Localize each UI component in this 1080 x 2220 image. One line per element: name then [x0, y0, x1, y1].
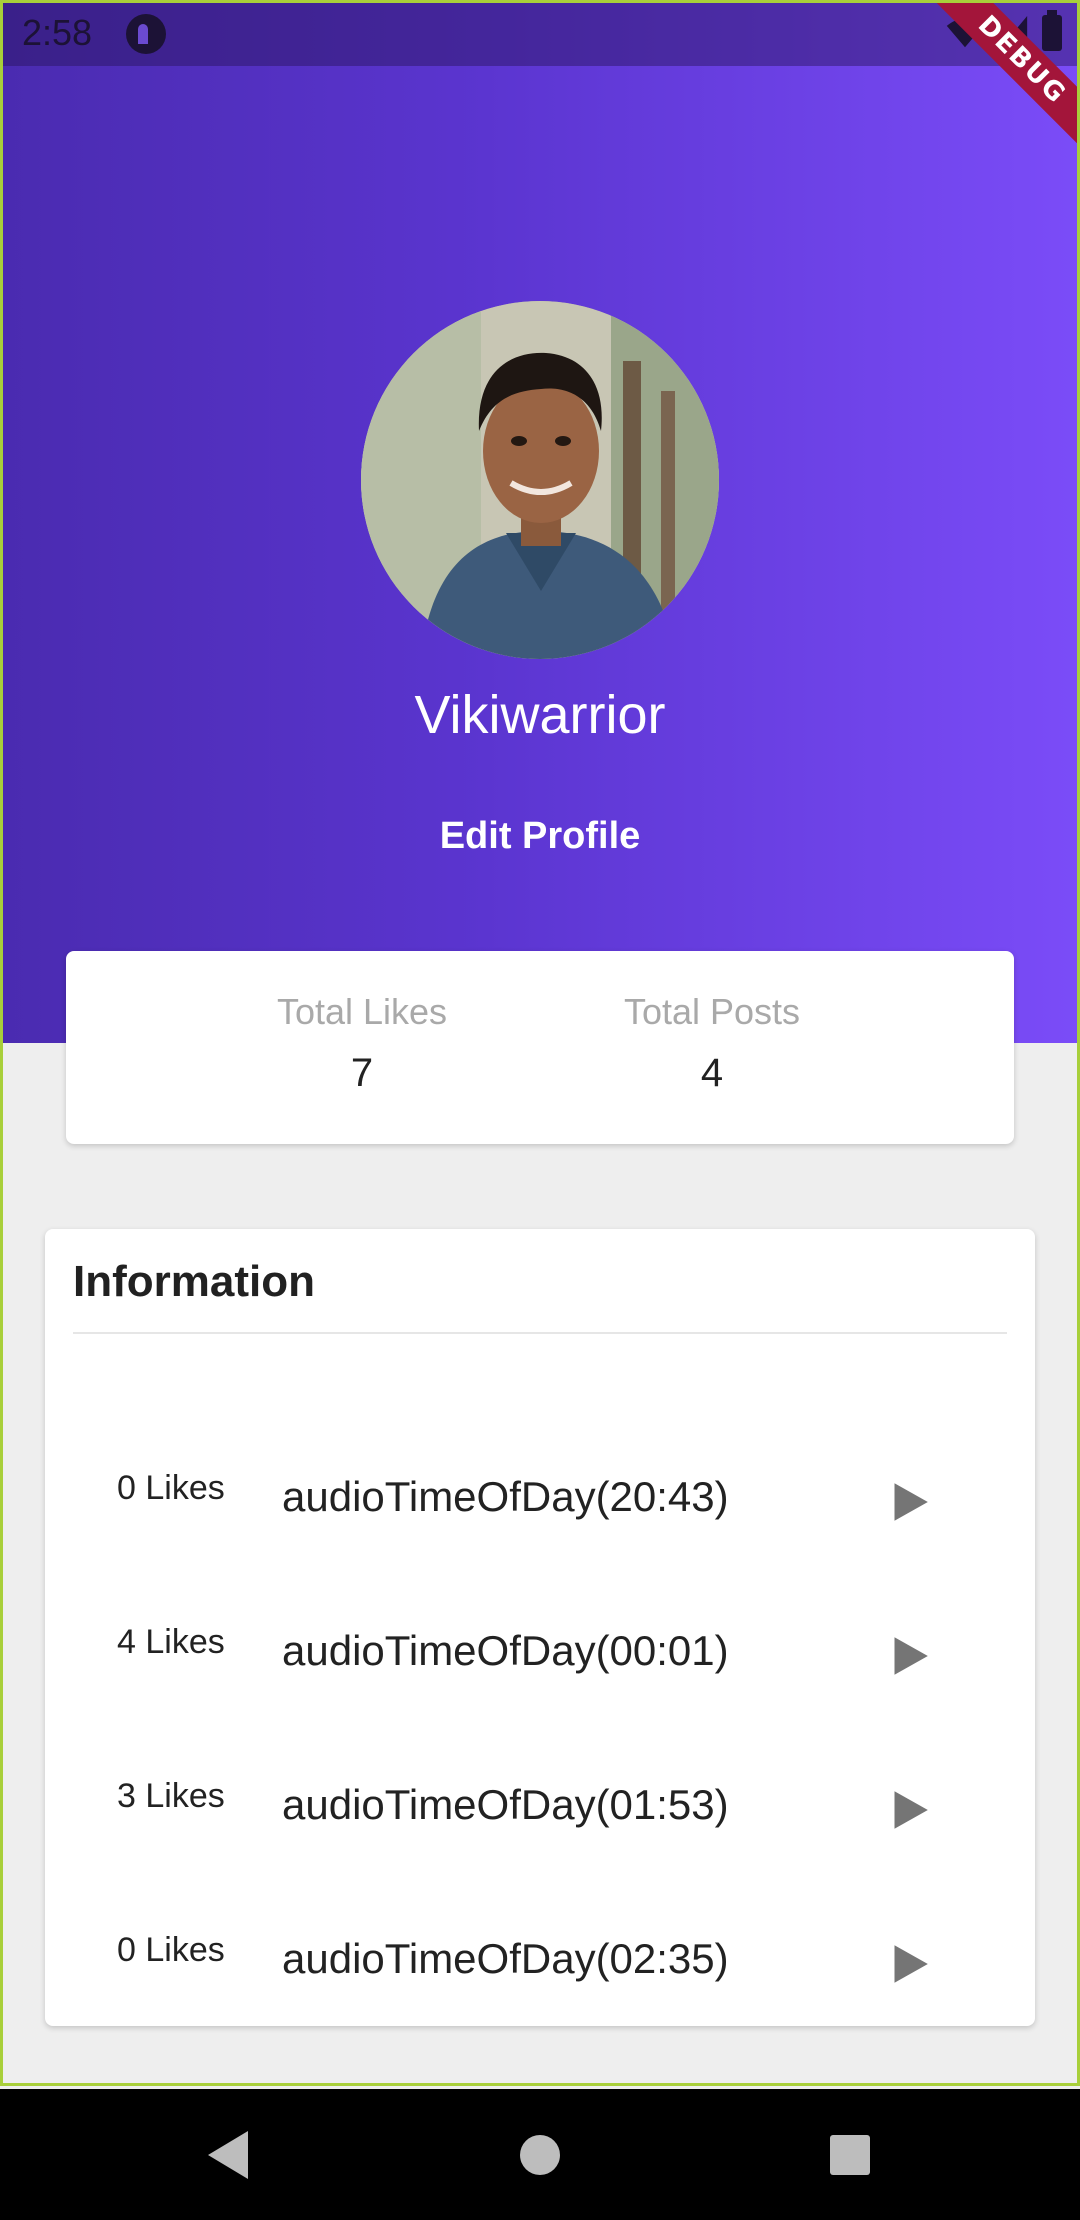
post-likes: 3 Likes [117, 1777, 225, 1815]
information-divider [73, 1332, 1007, 1334]
post-title: audioTimeOfDay(20:43) [282, 1473, 729, 1520]
status-time: 2:58 [22, 12, 93, 53]
play-icon[interactable] [882, 1477, 932, 1527]
information-card: Information 0 Likes audioTimeOfDay(20:43… [45, 1229, 1035, 2026]
post-row: 4 Likes audioTimeOfDay(00:01) [45, 1623, 1035, 1743]
recent-apps-icon[interactable] [810, 2089, 890, 2220]
post-title: audioTimeOfDay(00:01) [282, 1627, 729, 1674]
total-likes-stat: Total Likes 7 [212, 991, 512, 1096]
system-nav-bar [0, 2089, 1080, 2220]
battery-icon [1042, 10, 1062, 51]
total-posts-value: 4 [700, 1051, 724, 1095]
play-icon[interactable] [882, 1939, 932, 1989]
edit-profile-button[interactable]: Edit Profile [400, 815, 680, 871]
post-row: 3 Likes audioTimeOfDay(01:53) [45, 1777, 1035, 1897]
play-icon[interactable] [882, 1631, 932, 1681]
total-likes-value: 7 [350, 1051, 374, 1095]
post-likes: 4 Likes [117, 1623, 225, 1661]
profile-username: Vikiwarrior [414, 685, 666, 745]
post-likes: 0 Likes [117, 1931, 225, 1969]
post-row: 0 Likes audioTimeOfDay(02:35) [45, 1931, 1035, 2051]
home-icon[interactable] [500, 2089, 580, 2220]
stats-card: Total Likes 7 Total Posts 4 [66, 951, 1014, 1144]
post-title: audioTimeOfDay(01:53) [282, 1781, 729, 1828]
play-icon[interactable] [882, 1785, 932, 1835]
information-title: Information [73, 1257, 315, 1306]
post-title: audioTimeOfDay(02:35) [282, 1935, 729, 1982]
status-bar: 2:58 [0, 0, 1080, 66]
back-icon[interactable] [190, 2089, 270, 2220]
total-posts-label: Total Posts [623, 991, 801, 1032]
total-likes-label: Total Likes [276, 991, 448, 1032]
total-posts-stat: Total Posts 4 [562, 991, 862, 1096]
avatar-image [361, 301, 719, 659]
profile-avatar [361, 301, 719, 659]
post-likes: 0 Likes [117, 1469, 225, 1507]
post-row: 0 Likes audioTimeOfDay(20:43) [45, 1469, 1035, 1589]
app-notification-icon [126, 14, 166, 54]
